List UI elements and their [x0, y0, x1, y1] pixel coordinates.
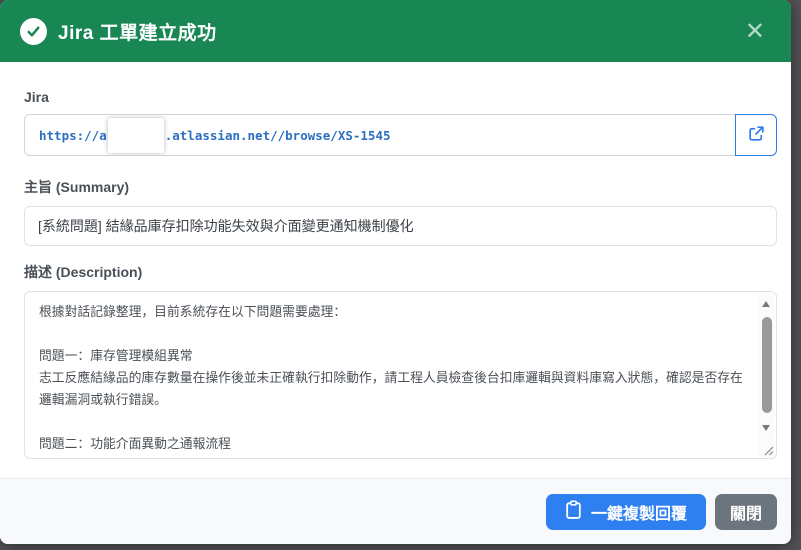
url-redaction-box	[107, 117, 164, 153]
close-modal-label: 關閉	[729, 505, 762, 523]
summary-label: 主旨 (Summary)	[24, 179, 130, 195]
modal-title: Jira 工單建立成功	[58, 22, 217, 44]
jira-url-label: Jira	[24, 89, 49, 105]
jira-success-modal: Jira 工單建立成功 ✕ Jira https://a .atlassian.n…	[0, 0, 791, 544]
copy-reply-label: 一鍵複製回覆	[590, 505, 687, 523]
description-text: 根據對話記錄整理，目前系統存在以下問題需要處理： 問題一：庫存管理模組異常 志工…	[39, 304, 743, 451]
close-modal-button[interactable]: 關閉	[714, 493, 777, 530]
scroll-up-icon[interactable]	[762, 301, 770, 307]
scroll-down-icon[interactable]	[762, 425, 770, 431]
resize-grip-icon[interactable]	[761, 443, 774, 456]
scrollbar-thumb[interactable]	[761, 317, 772, 413]
open-link-button[interactable]	[735, 114, 777, 156]
jira-url-suffix: .atlassian.net//browse/XS-1545	[164, 127, 391, 143]
description-scrollbar[interactable]	[758, 293, 775, 457]
modal-footer: 一鍵複製回覆 關閉	[0, 478, 791, 544]
clipboard-icon	[565, 499, 582, 524]
external-link-icon	[747, 124, 766, 146]
jira-url-field[interactable]: https://a .atlassian.net//browse/XS-1545	[24, 114, 735, 156]
description-textarea[interactable]: 根據對話記錄整理，目前系統存在以下問題需要處理： 問題一：庫存管理模組異常 志工…	[24, 291, 777, 459]
success-check-icon	[20, 17, 47, 45]
summary-input[interactable]	[24, 206, 777, 246]
copy-reply-button[interactable]: 一鍵複製回覆	[545, 493, 706, 530]
jira-url-prefix: https://a	[39, 127, 107, 143]
modal-body: Jira https://a .atlassian.net//browse/XS-…	[0, 62, 791, 478]
jira-url-group: https://a .atlassian.net//browse/XS-1545	[24, 114, 777, 156]
close-icon[interactable]: ✕	[739, 17, 771, 45]
description-label: 描述 (Description)	[24, 264, 143, 280]
modal-header: Jira 工單建立成功 ✕	[0, 0, 791, 62]
